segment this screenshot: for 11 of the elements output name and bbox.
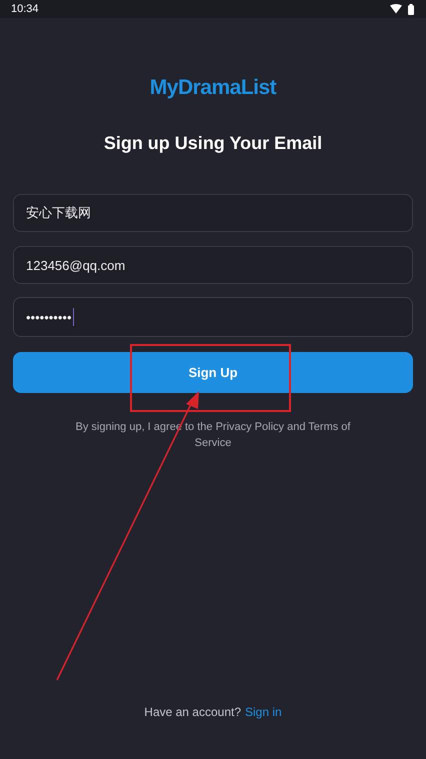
- input-field[interactable]: 安心下载网: [13, 194, 413, 232]
- battery-icon: [408, 4, 414, 14]
- text-cursor-icon: [72, 308, 74, 326]
- input-field[interactable]: ••••••••••: [13, 297, 413, 337]
- input-field[interactable]: 123456@qq.com: [13, 246, 413, 284]
- logo: MyDramaList: [150, 76, 276, 100]
- page-title: Sign up Using Your Email: [104, 132, 322, 155]
- sign-in-link[interactable]: Sign in: [245, 705, 282, 719]
- wifi-icon: [390, 4, 402, 14]
- account-prompt: Have an account?: [144, 705, 242, 719]
- status-time: 10:34: [11, 3, 39, 15]
